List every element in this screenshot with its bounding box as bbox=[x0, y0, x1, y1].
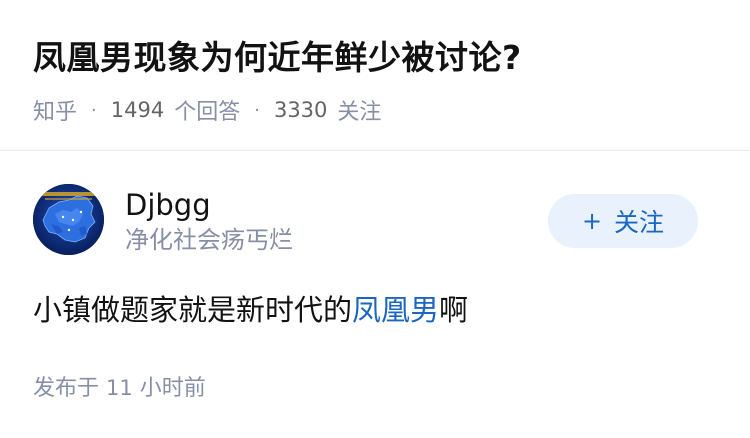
source-label[interactable]: 知乎 bbox=[33, 94, 77, 126]
follow-button[interactable]: + 关注 bbox=[548, 194, 698, 248]
answer-count-label: 个回答 bbox=[174, 100, 241, 125]
question-header: 凤凰男现象为何近年鲜少被讨论? 知乎 · 1494 个回答 · 3330 关注 bbox=[0, 0, 750, 151]
avatar[interactable] bbox=[33, 184, 104, 255]
published-value: 11 bbox=[106, 376, 133, 400]
author-name[interactable]: Djbgg bbox=[125, 186, 211, 224]
follower-count-label: 关注 bbox=[337, 100, 382, 125]
meta-separator: · bbox=[254, 99, 260, 121]
keyword-link[interactable]: 凤凰男 bbox=[352, 293, 439, 327]
published-label: 发布于 bbox=[33, 376, 100, 401]
meta-separator: · bbox=[91, 99, 97, 121]
author-headline: 净化社会疡丐烂 bbox=[125, 226, 293, 254]
answer-author: Djbgg 净化社会疡丐烂 + 关注 bbox=[33, 184, 717, 258]
answer-time: 发布于 11 小时前 bbox=[33, 372, 206, 405]
question-title[interactable]: 凤凰男现象为何近年鲜少被讨论? bbox=[33, 32, 522, 84]
answer-count: 1494 bbox=[110, 98, 165, 122]
answer-text-after: 啊 bbox=[439, 293, 469, 327]
answer-text-before: 小镇做题家就是新时代的 bbox=[33, 293, 353, 327]
china-map-avatar-icon bbox=[33, 184, 104, 255]
plus-icon: + bbox=[581, 207, 603, 235]
answer-content: 小镇做题家就是新时代的凤凰男啊 bbox=[33, 290, 468, 330]
question-meta: 知乎 · 1494 个回答 · 3330 关注 bbox=[33, 92, 381, 128]
published-unit: 小时前 bbox=[139, 376, 206, 401]
follow-button-label: 关注 bbox=[614, 208, 665, 237]
follower-count: 3330 bbox=[273, 98, 328, 122]
